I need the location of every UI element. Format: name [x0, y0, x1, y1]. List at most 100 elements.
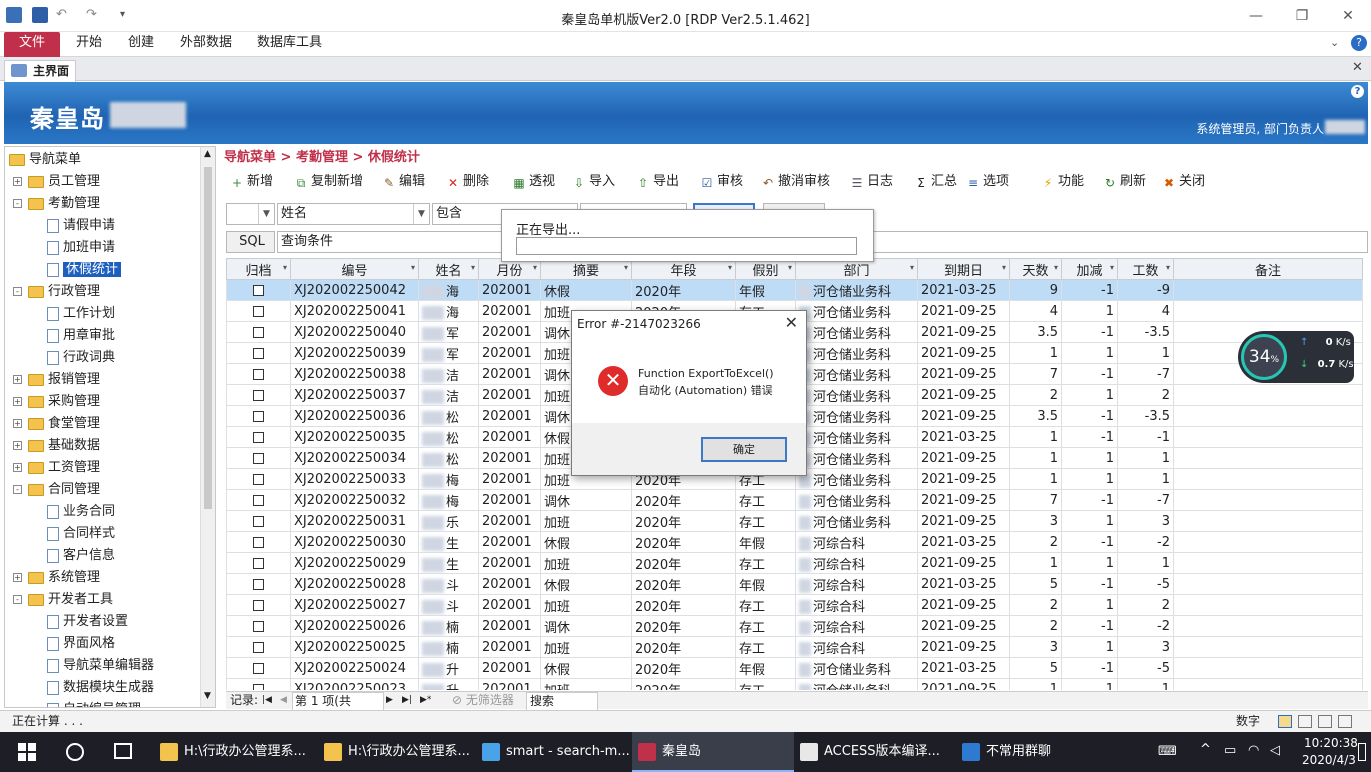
- table-cell[interactable]: 河综合科: [795, 615, 918, 637]
- table-cell[interactable]: 2021-09-25: [917, 552, 1010, 574]
- table-cell[interactable]: 河综合科: [795, 552, 918, 574]
- table-row[interactable]: XJ202002250028 斗 202001 休假 2020年 年假 河综合科 2021-0…: [226, 573, 1363, 595]
- nav-root[interactable]: 导航菜单: [9, 149, 81, 171]
- table-cell[interactable]: 1: [1117, 552, 1174, 574]
- table-cell[interactable]: 1: [1061, 384, 1118, 406]
- nav-item[interactable]: - 行政管理: [13, 281, 100, 303]
- archive-cell[interactable]: [226, 636, 291, 658]
- table-cell[interactable]: 1: [1061, 447, 1118, 469]
- table-cell[interactable]: XJ202002250026: [290, 615, 419, 637]
- table-cell[interactable]: 升: [418, 657, 479, 679]
- table-cell[interactable]: -1: [1061, 657, 1118, 679]
- table-cell[interactable]: 存工: [735, 510, 796, 532]
- table-cell[interactable]: -1: [1061, 573, 1118, 595]
- table-cell[interactable]: 2021-03-25: [917, 531, 1010, 553]
- table-cell[interactable]: 3.5: [1009, 321, 1062, 343]
- table-cell[interactable]: 202001: [478, 552, 541, 574]
- table-cell[interactable]: 1: [1061, 342, 1118, 364]
- next-record-icon[interactable]: ▶: [386, 692, 393, 709]
- table-cell[interactable]: 3: [1009, 636, 1062, 658]
- delete-button[interactable]: ✕ 删除: [446, 172, 489, 192]
- collapse-icon[interactable]: -: [13, 287, 22, 296]
- remark-cell[interactable]: [1173, 636, 1363, 658]
- table-cell[interactable]: 4: [1117, 300, 1174, 322]
- table-cell[interactable]: -5: [1117, 657, 1174, 679]
- table-cell[interactable]: 河综合科: [795, 531, 918, 553]
- table-cell[interactable]: 2020年: [631, 531, 736, 553]
- archive-cell[interactable]: [226, 384, 291, 406]
- archive-cell[interactable]: [226, 468, 291, 490]
- log-button[interactable]: ☰ 日志: [850, 172, 893, 192]
- table-cell[interactable]: 202001: [478, 342, 541, 364]
- table-cell[interactable]: XJ202002250037: [290, 384, 419, 406]
- remark-cell[interactable]: [1173, 447, 1363, 469]
- table-cell[interactable]: 梅: [418, 489, 479, 511]
- table-cell[interactable]: 202001: [478, 321, 541, 343]
- scroll-down-icon[interactable]: ▼: [204, 691, 211, 701]
- sort-dropdown-icon[interactable]: ▾: [471, 263, 475, 272]
- table-cell[interactable]: 2021-09-25: [917, 615, 1010, 637]
- sort-dropdown-icon[interactable]: ▾: [411, 263, 415, 272]
- table-cell[interactable]: 2020年: [631, 510, 736, 532]
- archive-checkbox[interactable]: [253, 662, 264, 674]
- table-cell[interactable]: 2: [1009, 594, 1062, 616]
- remark-cell[interactable]: [1173, 405, 1363, 427]
- table-cell[interactable]: 202001: [478, 510, 541, 532]
- table-cell[interactable]: XJ202002250030: [290, 531, 419, 553]
- column-header[interactable]: 到期日 ▾: [917, 258, 1010, 280]
- wifi-icon[interactable]: ◠: [1248, 743, 1259, 758]
- table-cell[interactable]: 2020年: [631, 489, 736, 511]
- form-view-icon[interactable]: [1278, 715, 1292, 728]
- remark-cell[interactable]: [1173, 300, 1363, 322]
- table-cell[interactable]: 1: [1009, 426, 1062, 448]
- expand-icon[interactable]: +: [13, 441, 22, 450]
- table-cell[interactable]: -2: [1117, 531, 1174, 553]
- archive-checkbox[interactable]: [253, 578, 264, 590]
- taskbar-app[interactable]: smart - search-m...: [476, 732, 632, 772]
- archive-checkbox[interactable]: [253, 389, 264, 401]
- table-cell[interactable]: 年假: [735, 657, 796, 679]
- table-cell[interactable]: -1: [1061, 489, 1118, 511]
- table-row[interactable]: XJ202002250027 斗 202001 加班 2020年 存工 河综合科 2021-0…: [226, 594, 1363, 616]
- archive-checkbox[interactable]: [253, 473, 264, 485]
- import-button[interactable]: ⇩ 导入: [572, 172, 615, 192]
- nav-item[interactable]: 请假申请: [47, 215, 115, 237]
- collapse-icon[interactable]: -: [13, 485, 22, 494]
- table-cell[interactable]: -2: [1117, 615, 1174, 637]
- clock-time[interactable]: 10:20:38: [1304, 736, 1358, 750]
- table-cell[interactable]: 1: [1009, 468, 1062, 490]
- table-cell[interactable]: 202001: [478, 384, 541, 406]
- table-cell[interactable]: XJ202002250034: [290, 447, 419, 469]
- column-header[interactable]: 姓名 ▾: [418, 258, 479, 280]
- table-cell[interactable]: XJ202002250029: [290, 552, 419, 574]
- table-cell[interactable]: -1: [1061, 363, 1118, 385]
- table-cell[interactable]: 河综合科: [795, 573, 918, 595]
- column-header[interactable]: 备注: [1173, 258, 1363, 280]
- tab-home[interactable]: 开始: [66, 32, 112, 57]
- prev-record-icon[interactable]: ◀: [280, 692, 287, 709]
- sort-dropdown-icon[interactable]: ▾: [1002, 263, 1006, 272]
- table-cell[interactable]: 河仓储业务科: [795, 384, 918, 406]
- table-cell[interactable]: -1: [1117, 426, 1174, 448]
- table-cell[interactable]: 2021-09-25: [917, 300, 1010, 322]
- table-cell[interactable]: 2021-09-25: [917, 384, 1010, 406]
- table-cell[interactable]: -7: [1117, 363, 1174, 385]
- taskbar-app[interactable]: 秦皇岛: [632, 732, 794, 772]
- archive-cell[interactable]: [226, 426, 291, 448]
- table-cell[interactable]: 2021-09-25: [917, 405, 1010, 427]
- tab-create[interactable]: 创建: [118, 32, 164, 57]
- network-speed-widget[interactable]: 34% ↑ 0 K/s ↓ 0.7 K/s: [1238, 331, 1354, 383]
- remark-cell[interactable]: [1173, 279, 1363, 301]
- table-cell[interactable]: 存工: [735, 636, 796, 658]
- sort-dropdown-icon[interactable]: ▾: [533, 263, 537, 272]
- table-cell[interactable]: XJ202002250033: [290, 468, 419, 490]
- archive-cell[interactable]: [226, 363, 291, 385]
- table-cell[interactable]: 2: [1009, 384, 1062, 406]
- table-cell[interactable]: 休假: [540, 573, 632, 595]
- table-cell[interactable]: 2021-09-25: [917, 363, 1010, 385]
- table-cell[interactable]: 2020年: [631, 636, 736, 658]
- archive-cell[interactable]: [226, 531, 291, 553]
- table-cell[interactable]: 存工: [735, 552, 796, 574]
- table-cell[interactable]: 2020年: [631, 657, 736, 679]
- table-cell[interactable]: 202001: [478, 636, 541, 658]
